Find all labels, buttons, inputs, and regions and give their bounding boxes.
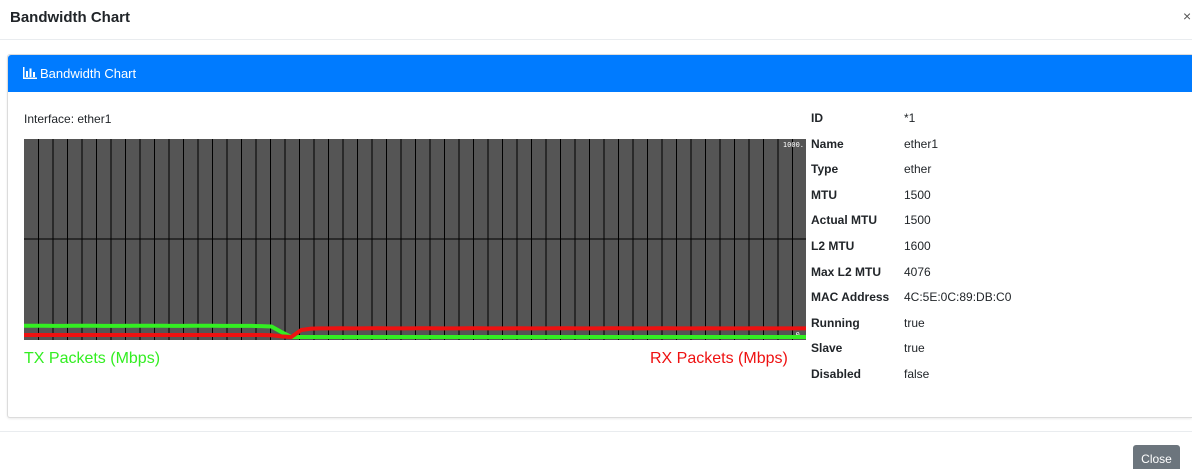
info-key: Running bbox=[811, 316, 860, 330]
info-row: Disabled false bbox=[811, 367, 1111, 383]
legend-tx: TX Packets (Mbps) bbox=[24, 350, 161, 367]
info-key: Type bbox=[811, 162, 839, 176]
modal-footer-divider bbox=[0, 431, 1192, 432]
info-row: ID *1 bbox=[811, 111, 1111, 127]
info-value: ether bbox=[904, 162, 932, 176]
info-value: 1600 bbox=[904, 239, 931, 253]
close-icon[interactable]: × bbox=[1183, 8, 1191, 24]
info-value: 4C:5E:0C:89:DB:C0 bbox=[904, 290, 1012, 304]
bandwidth-chart-modal: Bandwidth Chart × Bandwidth Chart Interf… bbox=[0, 0, 1192, 469]
info-key: Actual MTU bbox=[811, 213, 877, 227]
info-row: Actual MTU 1500 bbox=[811, 213, 1111, 229]
info-row: MAC Address 4C:5E:0C:89:DB:C0 bbox=[811, 290, 1111, 306]
info-value: ether1 bbox=[904, 137, 939, 151]
info-value: *1 bbox=[904, 111, 916, 125]
info-value: false bbox=[904, 367, 930, 381]
info-key: L2 MTU bbox=[811, 239, 855, 253]
info-value: true bbox=[904, 341, 925, 355]
info-value: 1500 bbox=[904, 188, 931, 202]
bandwidth-chart: 1000. 0. bbox=[24, 139, 806, 340]
card-header: Bandwidth Chart bbox=[8, 55, 1192, 92]
info-key: Disabled bbox=[811, 367, 862, 381]
info-key: Max L2 MTU bbox=[811, 265, 882, 279]
bandwidth-chart-svg: 1000. 0. bbox=[24, 139, 806, 340]
y-tick-label-top: 1000. bbox=[783, 141, 804, 149]
info-key: ID bbox=[811, 111, 823, 125]
info-key: Name bbox=[811, 137, 844, 151]
info-key: MAC Address bbox=[811, 290, 890, 304]
modal-header: Bandwidth Chart × bbox=[0, 0, 1192, 40]
info-row: MTU 1500 bbox=[811, 188, 1111, 204]
bar-chart-icon bbox=[23, 67, 37, 79]
info-row: L2 MTU 1600 bbox=[811, 239, 1111, 255]
close-button[interactable]: Close bbox=[1133, 445, 1180, 469]
info-row: Type ether bbox=[811, 162, 1111, 178]
info-key: Slave bbox=[811, 341, 843, 355]
legend-rx: RX Packets (Mbps) bbox=[650, 350, 788, 367]
info-value: true bbox=[904, 316, 925, 330]
interface-label: Interface: ether1 bbox=[24, 112, 112, 126]
card-header-title: Bandwidth Chart bbox=[40, 66, 137, 81]
info-row: Name ether1 bbox=[811, 137, 1111, 153]
info-key: MTU bbox=[811, 188, 837, 202]
info-row: Max L2 MTU 4076 bbox=[811, 265, 1111, 281]
info-row: Running true bbox=[811, 316, 1111, 332]
modal-title: Bandwidth Chart bbox=[10, 9, 130, 26]
info-value: 4076 bbox=[904, 265, 931, 279]
info-row: Slave true bbox=[811, 341, 1111, 357]
info-value: 1500 bbox=[904, 213, 931, 227]
bandwidth-card: Bandwidth Chart Interface: ether1 1000. … bbox=[7, 54, 1192, 418]
